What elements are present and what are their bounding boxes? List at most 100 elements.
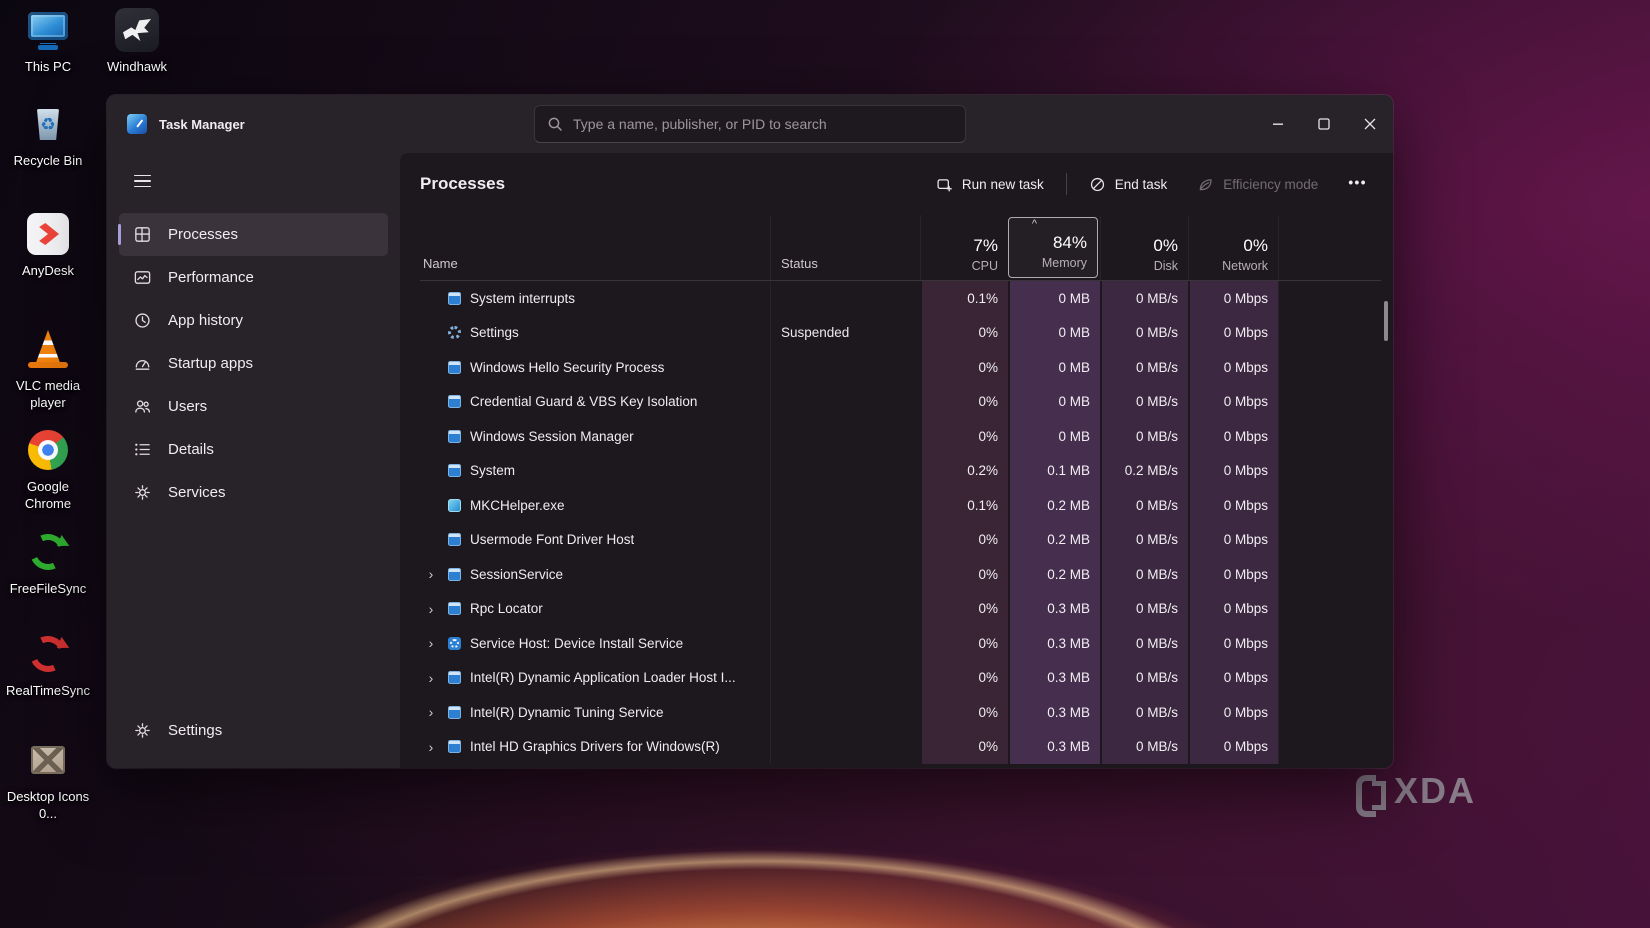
- column-header-status[interactable]: Status: [770, 215, 920, 280]
- desktop-icon-this-pc[interactable]: This PC: [12, 6, 84, 76]
- expand-chevron-icon[interactable]: [423, 739, 439, 755]
- sidebar-item-app-history[interactable]: App history: [119, 299, 388, 342]
- run-new-task-icon: [936, 176, 953, 193]
- desktop-icon-realtimesync[interactable]: RealTimeSync: [0, 630, 96, 700]
- process-name-cell: Rpc Locator: [420, 601, 770, 617]
- memory-cell: 0.3 MB: [1008, 730, 1100, 765]
- sidebar-item-performance[interactable]: Performance: [119, 256, 388, 299]
- table-row[interactable]: Rpc Locator 0% 0.3 MB 0 MB/s 0 Mbps: [420, 592, 1381, 627]
- sidebar-item-label: Startup apps: [168, 355, 253, 372]
- column-header-memory[interactable]: ^ 84% Memory: [1008, 217, 1098, 278]
- process-list: System interrupts 0.1% 0 MB 0 MB/s 0 Mbp…: [400, 281, 1393, 768]
- desktop-icon-chrome[interactable]: Google Chrome: [6, 426, 90, 513]
- process-name-cell: Settings: [420, 325, 770, 341]
- memory-cell: 0.3 MB: [1008, 661, 1100, 696]
- table-row[interactable]: Intel(R) Dynamic Application Loader Host…: [420, 661, 1381, 696]
- process-icon: [448, 395, 461, 408]
- end-task-button[interactable]: End task: [1077, 168, 1180, 201]
- sidebar-item-startup-apps[interactable]: Startup apps: [119, 342, 388, 385]
- run-new-task-button[interactable]: Run new task: [924, 168, 1056, 201]
- sidebar-item-processes[interactable]: Processes: [119, 213, 388, 256]
- search-input[interactable]: [573, 116, 953, 132]
- process-icon: [448, 602, 461, 615]
- process-name: Windows Session Manager: [470, 429, 634, 444]
- column-header-disk[interactable]: 0% Disk: [1100, 215, 1188, 280]
- network-cell: 0 Mbps: [1188, 350, 1278, 385]
- cpu-cell: 0%: [920, 730, 1008, 765]
- search-icon: [547, 116, 563, 132]
- status-cell: [770, 557, 920, 592]
- process-name: Intel(R) Dynamic Application Loader Host…: [470, 670, 736, 685]
- column-header-network[interactable]: 0% Network: [1188, 215, 1278, 280]
- filler-cell: [1278, 454, 1381, 489]
- sidebar-item-settings[interactable]: Settings: [119, 709, 388, 752]
- maximize-button[interactable]: [1301, 95, 1347, 153]
- efficiency-mode-label: Efficiency mode: [1223, 177, 1318, 192]
- process-icon: [448, 292, 461, 305]
- desktop-icon-anydesk[interactable]: AnyDesk: [12, 210, 84, 280]
- table-row[interactable]: Intel HD Graphics Drivers for Windows(R)…: [420, 730, 1381, 765]
- disk-cell: 0 MB/s: [1100, 592, 1188, 627]
- cpu-cell: 0%: [920, 695, 1008, 730]
- desktop-icon-desktop-icons[interactable]: Desktop Icons 0...: [6, 736, 90, 823]
- table-row[interactable]: System 0.2% 0.1 MB 0.2 MB/s 0 Mbps: [420, 454, 1381, 489]
- search-box[interactable]: [534, 105, 966, 143]
- sidebar-item-services[interactable]: Services: [119, 471, 388, 514]
- network-cell: 0 Mbps: [1188, 385, 1278, 420]
- process-icon: [448, 430, 461, 443]
- cpu-cell: 0%: [920, 523, 1008, 558]
- close-button[interactable]: [1347, 95, 1393, 153]
- memory-cell: 0.3 MB: [1008, 592, 1100, 627]
- sidebar-item-label: App history: [168, 312, 243, 329]
- expand-chevron-icon[interactable]: [423, 704, 439, 720]
- hamburger-menu-button[interactable]: [121, 163, 163, 199]
- expand-chevron-icon[interactable]: [423, 635, 439, 651]
- process-name-cell: SessionService: [420, 566, 770, 582]
- desktop-icon-windhawk[interactable]: Windhawk: [98, 6, 176, 76]
- network-cell: 0 Mbps: [1188, 523, 1278, 558]
- sidebar-item-users[interactable]: Users: [119, 385, 388, 428]
- desktop-icon-label: Recycle Bin: [14, 153, 83, 170]
- chrome-icon: [24, 426, 72, 474]
- table-row[interactable]: Service Host: Device Install Service 0% …: [420, 626, 1381, 661]
- network-label: Network: [1222, 259, 1268, 273]
- memory-cell: 0 MB: [1008, 385, 1100, 420]
- table-row[interactable]: MKCHelper.exe 0.1% 0.2 MB 0 MB/s 0 Mbps: [420, 488, 1381, 523]
- filler-cell: [1278, 523, 1381, 558]
- table-row[interactable]: Settings Suspended 0% 0 MB 0 MB/s 0 Mbps: [420, 316, 1381, 351]
- table-row[interactable]: SessionService 0% 0.2 MB 0 MB/s 0 Mbps: [420, 557, 1381, 592]
- table-row[interactable]: Credential Guard & VBS Key Isolation 0% …: [420, 385, 1381, 420]
- minimize-button[interactable]: [1255, 95, 1301, 153]
- sidebar-item-label: Performance: [168, 269, 254, 286]
- table-row[interactable]: Usermode Font Driver Host 0% 0.2 MB 0 MB…: [420, 523, 1381, 558]
- table-row[interactable]: System interrupts 0.1% 0 MB 0 MB/s 0 Mbp…: [420, 281, 1381, 316]
- status-cell: [770, 661, 920, 696]
- process-icon: [448, 671, 461, 684]
- table-row[interactable]: Windows Session Manager 0% 0 MB 0 MB/s 0…: [420, 419, 1381, 454]
- sidebar-item-details[interactable]: Details: [119, 428, 388, 471]
- process-name: Rpc Locator: [470, 601, 543, 616]
- expand-chevron-icon[interactable]: [423, 601, 439, 617]
- desktop-icon-freefilesync[interactable]: FreeFileSync: [0, 528, 96, 598]
- cpu-cell: 0.1%: [920, 488, 1008, 523]
- network-total: 0%: [1243, 236, 1268, 256]
- sidebar-item-label: Settings: [168, 722, 222, 739]
- process-name-cell: Intel(R) Dynamic Application Loader Host…: [420, 670, 770, 686]
- column-header-name[interactable]: Name: [420, 215, 770, 280]
- table-row[interactable]: Windows Hello Security Process 0% 0 MB 0…: [420, 350, 1381, 385]
- vertical-scrollbar[interactable]: [1384, 301, 1388, 341]
- memory-total: 84%: [1053, 233, 1087, 253]
- process-icon: [448, 568, 461, 581]
- more-options-button[interactable]: •••: [1336, 167, 1379, 202]
- process-name-cell: Intel(R) Dynamic Tuning Service: [420, 704, 770, 720]
- expand-chevron-icon[interactable]: [423, 670, 439, 686]
- efficiency-mode-button[interactable]: Efficiency mode: [1185, 168, 1330, 201]
- memory-cell: 0 MB: [1008, 419, 1100, 454]
- column-header-cpu[interactable]: 7% CPU: [920, 215, 1008, 280]
- table-row[interactable]: Intel(R) Dynamic Tuning Service 0% 0.3 M…: [420, 695, 1381, 730]
- desktop-icon-vlc[interactable]: VLC media player: [6, 325, 90, 412]
- expand-chevron-icon[interactable]: [423, 566, 439, 582]
- memory-cell: 0 MB: [1008, 350, 1100, 385]
- desktop-icon-recycle-bin[interactable]: Recycle Bin: [8, 100, 88, 170]
- disk-cell: 0 MB/s: [1100, 316, 1188, 351]
